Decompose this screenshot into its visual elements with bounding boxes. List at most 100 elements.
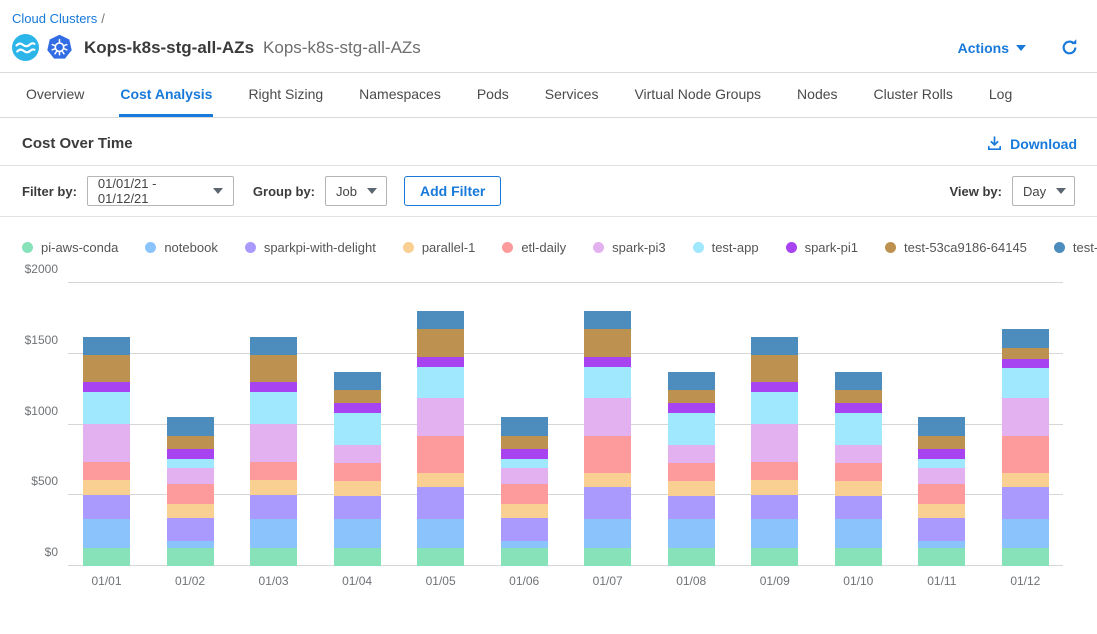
bar-segment-test-app[interactable]: [167, 459, 214, 467]
bar-segment-pi-aws-conda[interactable]: [668, 548, 715, 566]
tab-cluster-rolls[interactable]: Cluster Rolls: [873, 73, 954, 117]
bar-segment-spark-pi3[interactable]: [167, 468, 214, 484]
bar-segment-etl-daily[interactable]: [501, 484, 548, 504]
bar-segment-pi-aws-conda[interactable]: [584, 548, 631, 566]
stacked-bar[interactable]: [918, 417, 965, 566]
bar-segment-sparkpi-with-delight[interactable]: [417, 487, 464, 520]
bar-segment-spark-pi1[interactable]: [250, 382, 297, 392]
bar-segment-test-53ca9186-64145[interactable]: [751, 355, 798, 383]
tab-namespaces[interactable]: Namespaces: [358, 73, 442, 117]
stacked-bar[interactable]: [751, 337, 798, 566]
bar-segment-sparkpi-with-delight[interactable]: [501, 518, 548, 541]
bar-segment-etl-daily[interactable]: [835, 463, 882, 481]
bar-segment-parallel-1[interactable]: [501, 504, 548, 518]
bar-segment-test-53ca9186-64145[interactable]: [584, 329, 631, 357]
tab-log[interactable]: Log: [988, 73, 1013, 117]
legend-item-spark-pi1[interactable]: spark-pi1: [786, 240, 858, 255]
bar-segment-spark-pi1[interactable]: [417, 357, 464, 366]
bar-segment-etl-daily[interactable]: [417, 436, 464, 473]
bar-segment-pi-aws-conda[interactable]: [250, 548, 297, 566]
bar-segment-sparkpi-with-delight[interactable]: [918, 518, 965, 541]
bar-segment-notebook[interactable]: [334, 519, 381, 548]
bar-segment-test-53ca9186-64145[interactable]: [417, 329, 464, 357]
group-by-select[interactable]: Job: [325, 176, 387, 206]
bar-segment-parallel-1[interactable]: [83, 480, 130, 495]
stacked-bar[interactable]: [167, 417, 214, 566]
actions-button[interactable]: Actions: [958, 40, 1026, 56]
bar-segment-etl-daily[interactable]: [751, 462, 798, 480]
bar-segment-spark-pi3[interactable]: [918, 468, 965, 484]
bar-segment-notebook[interactable]: [1002, 519, 1049, 548]
bar-segment-pi-aws-conda[interactable]: [167, 548, 214, 566]
bar-segment-test-pkix[interactable]: [668, 372, 715, 390]
bar-segment-test-pkix[interactable]: [584, 311, 631, 329]
bar-segment-notebook[interactable]: [835, 519, 882, 548]
add-filter-button[interactable]: Add Filter: [404, 176, 501, 206]
bar-segment-spark-pi1[interactable]: [584, 357, 631, 366]
bar-segment-test-53ca9186-64145[interactable]: [250, 355, 297, 383]
bar-segment-spark-pi1[interactable]: [668, 403, 715, 413]
bar-segment-spark-pi1[interactable]: [334, 403, 381, 413]
bar-segment-parallel-1[interactable]: [584, 473, 631, 486]
bar-segment-etl-daily[interactable]: [668, 463, 715, 481]
bar-segment-spark-pi3[interactable]: [250, 424, 297, 462]
bar-segment-spark-pi1[interactable]: [167, 449, 214, 460]
bar-segment-sparkpi-with-delight[interactable]: [835, 496, 882, 519]
legend-item-test-pkix[interactable]: test-pkix: [1054, 240, 1097, 255]
legend-item-test-app[interactable]: test-app: [693, 240, 759, 255]
bar-segment-spark-pi3[interactable]: [334, 445, 381, 463]
bar-segment-test-53ca9186-64145[interactable]: [501, 436, 548, 449]
bar-segment-test-53ca9186-64145[interactable]: [668, 390, 715, 403]
stacked-bar[interactable]: [584, 311, 631, 566]
tab-overview[interactable]: Overview: [25, 73, 85, 117]
legend-item-pi-aws-conda[interactable]: pi-aws-conda: [22, 240, 118, 255]
bar-segment-pi-aws-conda[interactable]: [417, 548, 464, 566]
stacked-bar[interactable]: [668, 372, 715, 566]
stacked-bar[interactable]: [417, 311, 464, 566]
bar-segment-pi-aws-conda[interactable]: [83, 548, 130, 566]
tab-services[interactable]: Services: [544, 73, 600, 117]
tab-virtual-node-groups[interactable]: Virtual Node Groups: [633, 73, 762, 117]
bar-segment-test-app[interactable]: [668, 413, 715, 446]
bar-segment-pi-aws-conda[interactable]: [1002, 548, 1049, 566]
bar-segment-parallel-1[interactable]: [751, 480, 798, 495]
legend-item-sparkpi-with-delight[interactable]: sparkpi-with-delight: [245, 240, 376, 255]
bar-segment-test-53ca9186-64145[interactable]: [334, 390, 381, 403]
bar-segment-pi-aws-conda[interactable]: [835, 548, 882, 566]
view-by-select[interactable]: Day: [1012, 176, 1075, 206]
legend-item-etl-daily[interactable]: etl-daily: [502, 240, 566, 255]
bar-segment-test-app[interactable]: [83, 392, 130, 424]
bar-segment-test-53ca9186-64145[interactable]: [1002, 348, 1049, 359]
tab-pods[interactable]: Pods: [476, 73, 510, 117]
bar-segment-parallel-1[interactable]: [668, 481, 715, 496]
bar-segment-spark-pi3[interactable]: [751, 424, 798, 462]
bar-segment-test-53ca9186-64145[interactable]: [835, 390, 882, 403]
bar-segment-test-pkix[interactable]: [83, 337, 130, 355]
bar-segment-test-app[interactable]: [417, 367, 464, 398]
bar-segment-spark-pi1[interactable]: [83, 382, 130, 392]
bar-segment-pi-aws-conda[interactable]: [751, 548, 798, 566]
bar-segment-test-app[interactable]: [584, 367, 631, 398]
bar-segment-etl-daily[interactable]: [83, 462, 130, 480]
tab-nodes[interactable]: Nodes: [796, 73, 838, 117]
stacked-bar[interactable]: [334, 372, 381, 566]
bar-segment-notebook[interactable]: [668, 519, 715, 548]
bar-segment-sparkpi-with-delight[interactable]: [83, 495, 130, 519]
bar-segment-spark-pi1[interactable]: [1002, 359, 1049, 367]
bar-segment-spark-pi3[interactable]: [417, 398, 464, 436]
bar-segment-parallel-1[interactable]: [167, 504, 214, 518]
bar-segment-parallel-1[interactable]: [334, 481, 381, 496]
bar-segment-test-pkix[interactable]: [501, 417, 548, 435]
bar-segment-spark-pi3[interactable]: [835, 445, 882, 463]
bar-segment-test-app[interactable]: [751, 392, 798, 424]
bar-segment-test-app[interactable]: [501, 459, 548, 467]
bar-segment-test-53ca9186-64145[interactable]: [167, 436, 214, 449]
bar-segment-sparkpi-with-delight[interactable]: [584, 487, 631, 520]
bar-segment-parallel-1[interactable]: [1002, 473, 1049, 486]
date-range-select[interactable]: 01/01/21 - 01/12/21: [87, 176, 234, 206]
bar-segment-test-app[interactable]: [250, 392, 297, 424]
stacked-bar[interactable]: [250, 337, 297, 566]
bar-segment-test-app[interactable]: [835, 413, 882, 446]
download-button[interactable]: Download: [986, 135, 1077, 152]
bar-segment-sparkpi-with-delight[interactable]: [167, 518, 214, 541]
